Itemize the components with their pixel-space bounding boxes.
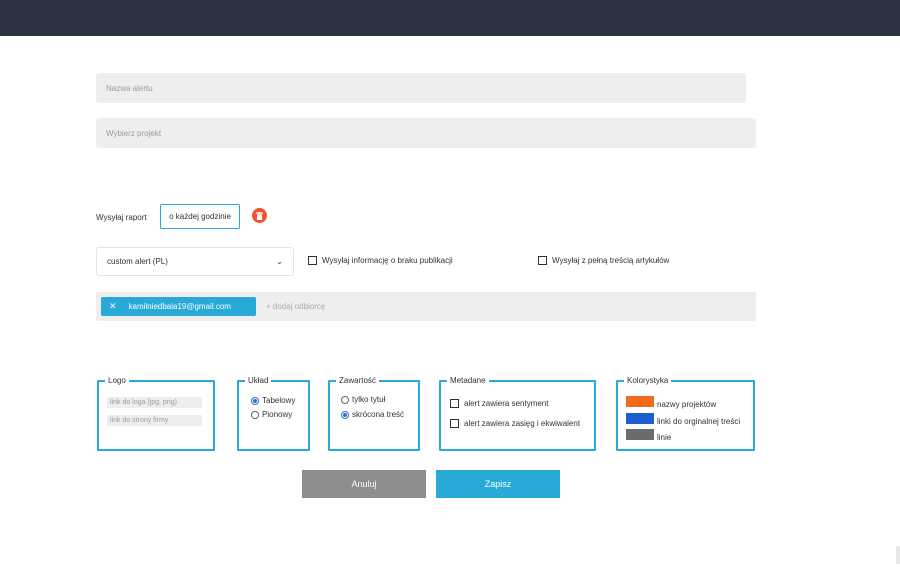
reach-checkbox[interactable] [450, 419, 459, 428]
project-select-input[interactable] [96, 118, 756, 148]
remove-recipient-icon[interactable]: ✕ [109, 301, 117, 312]
content-short-radio[interactable] [341, 411, 349, 419]
layout-table-label: Tabelowy [262, 396, 296, 405]
cancel-button[interactable]: Anuluj [302, 470, 426, 498]
add-recipient-input[interactable]: + dodaj odbiorcę [266, 302, 325, 311]
no-publication-checkbox[interactable] [308, 256, 317, 265]
no-publication-label: Wysyłaj informację o braku publikacji [322, 256, 453, 265]
delete-schedule-button[interactable] [252, 208, 267, 223]
logo-legend: Logo [108, 376, 126, 385]
trash-icon [256, 211, 263, 220]
project-name-color-swatch[interactable] [626, 396, 654, 407]
template-select-value: custom alert (PL) [107, 257, 168, 266]
send-report-label: Wysyłaj raport [96, 213, 147, 222]
link-color-label: linki do orginalnej treści [657, 417, 741, 426]
content-title-only-label: tylko tytuł [352, 395, 386, 404]
logo-section: Logo [97, 376, 215, 451]
logo-link-input[interactable]: link do loga (jpg, png) [107, 397, 202, 408]
link-color-swatch[interactable] [626, 413, 654, 424]
recipient-email: kamilniedbala19@gmail.com [128, 302, 231, 311]
company-link-input[interactable]: link do strony firmy [107, 415, 202, 426]
reach-label: alert zawiera zasięg i ekwiwalent [464, 419, 581, 428]
line-color-label: linie [657, 433, 672, 442]
full-content-label: Wysyłaj z pełną treścią artykułów [552, 256, 670, 265]
frequency-select[interactable]: o każdej godzinie [160, 204, 240, 229]
sentiment-checkbox[interactable] [450, 399, 459, 408]
sentiment-label: alert zawiera sentyment [464, 399, 549, 408]
project-name-color-label: nazwy projektów [657, 400, 717, 409]
layout-vertical-radio[interactable] [251, 411, 259, 419]
metadata-legend: Metadane [450, 376, 486, 385]
layout-table-radio[interactable] [251, 397, 259, 405]
colors-legend: Kolorystyka [627, 376, 669, 385]
line-color-swatch[interactable] [626, 429, 654, 440]
top-navbar [0, 0, 900, 36]
scrollbar[interactable] [896, 546, 900, 564]
content-legend: Zawartość [339, 376, 376, 385]
recipient-chip: ✕ kamilniedbala19@gmail.com [101, 297, 256, 316]
layout-legend: Układ [248, 376, 269, 385]
chevron-down-icon: ⌄ [276, 257, 283, 266]
template-select[interactable]: custom alert (PL) ⌄ [96, 247, 294, 276]
save-button[interactable]: Zapisz [436, 470, 560, 498]
alert-name-input[interactable] [96, 73, 746, 103]
full-content-checkbox[interactable] [538, 256, 547, 265]
recipients-field[interactable]: ✕ kamilniedbala19@gmail.com + dodaj odbi… [96, 292, 756, 321]
metadata-section: Metadane [439, 376, 596, 451]
content-title-only-radio[interactable] [341, 396, 349, 404]
content-short-label: skrócona treść [352, 410, 405, 419]
layout-vertical-label: Pionowy [262, 410, 293, 419]
